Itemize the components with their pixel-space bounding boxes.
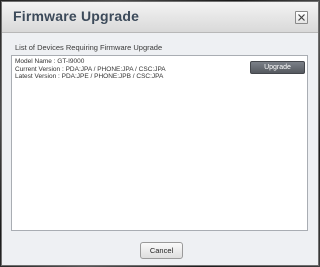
device-list-heading: List of Devices Requiring Firmware Upgra… xyxy=(15,43,163,52)
device-list: Model Name : GT-I9000 Current Version : … xyxy=(11,55,308,231)
cancel-button[interactable]: Cancel xyxy=(140,242,183,259)
firmware-upgrade-dialog: Firmware Upgrade List of Devices Requiri… xyxy=(1,1,319,266)
close-icon xyxy=(298,14,305,21)
title-bar: Firmware Upgrade xyxy=(2,2,318,33)
dialog-content: List of Devices Requiring Firmware Upgra… xyxy=(2,33,318,235)
close-button[interactable] xyxy=(295,11,308,24)
current-version: Current Version : PDA:JPA / PHONE:JPA / … xyxy=(15,65,166,73)
dialog-title: Firmware Upgrade xyxy=(13,8,140,24)
model-name: Model Name : GT-I9000 xyxy=(15,58,85,65)
dialog-footer: Cancel xyxy=(2,235,318,265)
device-info: Model Name : GT-I9000 Current Version : … xyxy=(15,58,166,81)
upgrade-button[interactable]: Upgrade xyxy=(250,61,305,74)
latest-version: Latest Version : PDA:JPE / PHONE:JPB / C… xyxy=(15,73,164,80)
